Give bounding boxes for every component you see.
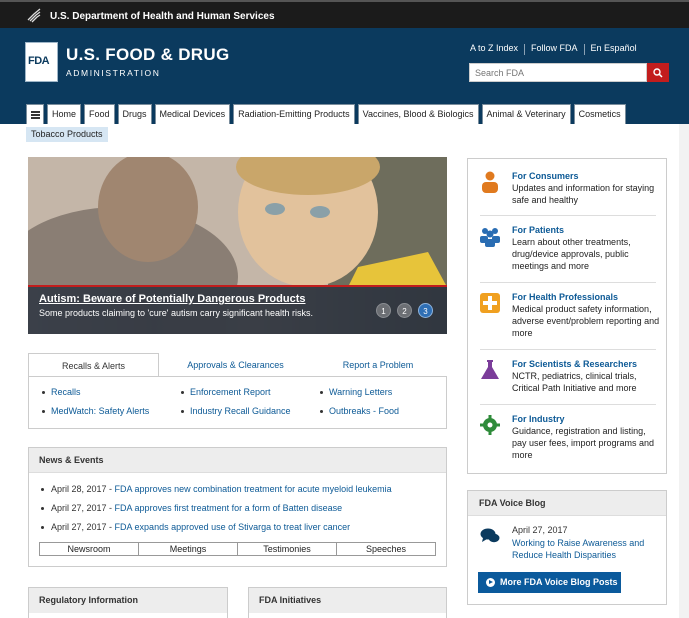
regulatory-info-panel: Regulatory Information	[28, 587, 228, 618]
hhs-link[interactable]: U.S. Department of Health and Human Serv…	[50, 11, 275, 22]
news-link[interactable]: FDA expands approved use of Stivarga to …	[115, 522, 351, 532]
news-list: April 28, 2017 - FDA approves new combin…	[41, 484, 392, 541]
brand-subtitle: ADMINISTRATION	[66, 68, 161, 78]
list-item: April 28, 2017 - FDA approves new combin…	[41, 484, 392, 503]
nav-item-cosmetics[interactable]: Cosmetics	[573, 104, 626, 124]
list-item: April 27, 2017 - FDA expands approved us…	[41, 522, 392, 541]
voice-blog-panel: FDA Voice Blog April 27, 2017 Working to…	[467, 490, 667, 605]
nav-item-drugs[interactable]: Drugs	[117, 104, 152, 124]
nav-item-vaccines[interactable]: Vaccines, Blood & Biologics	[357, 104, 479, 124]
fda-initiatives-panel: FDA Initiatives	[248, 587, 447, 618]
list-item: April 27, 2017 - FDA approves first trea…	[41, 503, 392, 522]
recalls-col-1: Recalls MedWatch: Safety Alerts	[37, 387, 149, 425]
scrollbar[interactable]	[679, 124, 689, 618]
news-tabs: Newsroom Meetings Testimonies Speeches	[39, 542, 436, 556]
blog-date: April 27, 2017	[512, 525, 568, 535]
fda-logo[interactable]: FDA	[25, 42, 58, 82]
nav-item-tobacco[interactable]: Tobacco Products	[26, 127, 108, 142]
hero-title[interactable]: Autism: Beware of Potentially Dangerous …	[39, 293, 306, 305]
en-espanol-link[interactable]: En Español	[585, 43, 643, 55]
nav-item-home[interactable]: Home	[47, 104, 82, 124]
hero-image	[28, 157, 447, 287]
a-to-z-link[interactable]: A to Z Index	[464, 43, 524, 55]
carousel-dots: 1 2 3	[376, 303, 439, 318]
search-icon	[653, 68, 663, 78]
enforcement-report-link[interactable]: Enforcement Report	[176, 387, 291, 406]
carousel-dot-3[interactable]: 3	[418, 303, 433, 318]
carousel-dot-2[interactable]: 2	[397, 303, 412, 318]
group-icon	[480, 228, 500, 247]
recalls-tabs: Recalls & Alerts Approvals & Clearances …	[28, 353, 447, 377]
regulatory-info-title: Regulatory Information	[29, 588, 227, 613]
follow-fda-link[interactable]: Follow FDA	[525, 43, 584, 55]
person-icon	[482, 171, 498, 193]
hhs-bar: U.S. Department of Health and Human Serv…	[0, 0, 689, 28]
recalls-col-3: Warning Letters Outbreaks - Food	[315, 387, 399, 425]
recalls-col-2: Enforcement Report Industry Recall Guida…	[176, 387, 291, 425]
warning-letters-link[interactable]: Warning Letters	[315, 387, 399, 406]
medical-plus-icon	[480, 293, 500, 313]
nav-item-food[interactable]: Food	[84, 104, 115, 124]
more-blog-posts-button[interactable]: More FDA Voice Blog Posts	[478, 572, 621, 593]
recalls-panel: Recalls MedWatch: Safety Alerts Enforcem…	[28, 376, 447, 429]
brand-title[interactable]: U.S. FOOD & DRUG	[66, 45, 229, 65]
recalls-link[interactable]: Recalls	[37, 387, 149, 406]
industry-recall-link[interactable]: Industry Recall Guidance	[176, 406, 291, 425]
nav-item-animal[interactable]: Animal & Veterinary	[481, 104, 571, 124]
hero-caption: Autism: Beware of Potentially Dangerous …	[28, 285, 447, 334]
utility-links: A to Z Index Follow FDA En Español	[464, 43, 643, 55]
gear-icon	[480, 415, 500, 435]
tab-speeches[interactable]: Speeches	[337, 543, 435, 555]
tab-meetings[interactable]: Meetings	[139, 543, 238, 555]
fda-initiatives-title: FDA Initiatives	[249, 588, 446, 613]
search-input[interactable]	[470, 64, 646, 81]
outbreaks-food-link[interactable]: Outbreaks - Food	[315, 406, 399, 425]
tab-newsroom[interactable]: Newsroom	[40, 543, 139, 555]
carousel-dot-1[interactable]: 1	[376, 303, 391, 318]
hero-carousel[interactable]: Autism: Beware of Potentially Dangerous …	[28, 157, 447, 334]
hero-subtitle: Some products claiming to 'cure' autism …	[39, 308, 314, 318]
search-box	[469, 63, 647, 82]
hhs-eagle-icon[interactable]	[26, 7, 42, 23]
menu-button[interactable]	[26, 104, 44, 124]
medwatch-link[interactable]: MedWatch: Safety Alerts	[37, 406, 149, 425]
nav-item-medical-devices[interactable]: Medical Devices	[154, 104, 231, 124]
search-button[interactable]	[647, 63, 669, 82]
main-nav: Home Food Drugs Medical Devices Radiatio…	[26, 104, 629, 124]
blog-post-link[interactable]: Working to Raise Awareness and Reduce He…	[512, 537, 662, 561]
tab-approvals-clearances[interactable]: Approvals & Clearances	[173, 353, 298, 377]
news-events-title: News & Events	[29, 448, 446, 473]
voice-blog-title: FDA Voice Blog	[468, 491, 666, 516]
tab-recalls-alerts[interactable]: Recalls & Alerts	[28, 353, 159, 377]
flask-icon	[481, 360, 499, 379]
tab-testimonies[interactable]: Testimonies	[238, 543, 337, 555]
news-link[interactable]: FDA approves first treatment for a form …	[115, 503, 343, 513]
play-circle-icon	[486, 578, 495, 587]
nav-item-radiation[interactable]: Radiation-Emitting Products	[233, 104, 355, 124]
chat-bubble-icon	[480, 528, 500, 543]
tab-report-problem[interactable]: Report a Problem	[318, 353, 438, 377]
news-link[interactable]: FDA approves new combination treatment f…	[115, 484, 392, 494]
audience-box: For Consumers Updates and information fo…	[467, 158, 667, 474]
news-events-panel: News & Events April 28, 2017 - FDA appro…	[28, 447, 447, 567]
